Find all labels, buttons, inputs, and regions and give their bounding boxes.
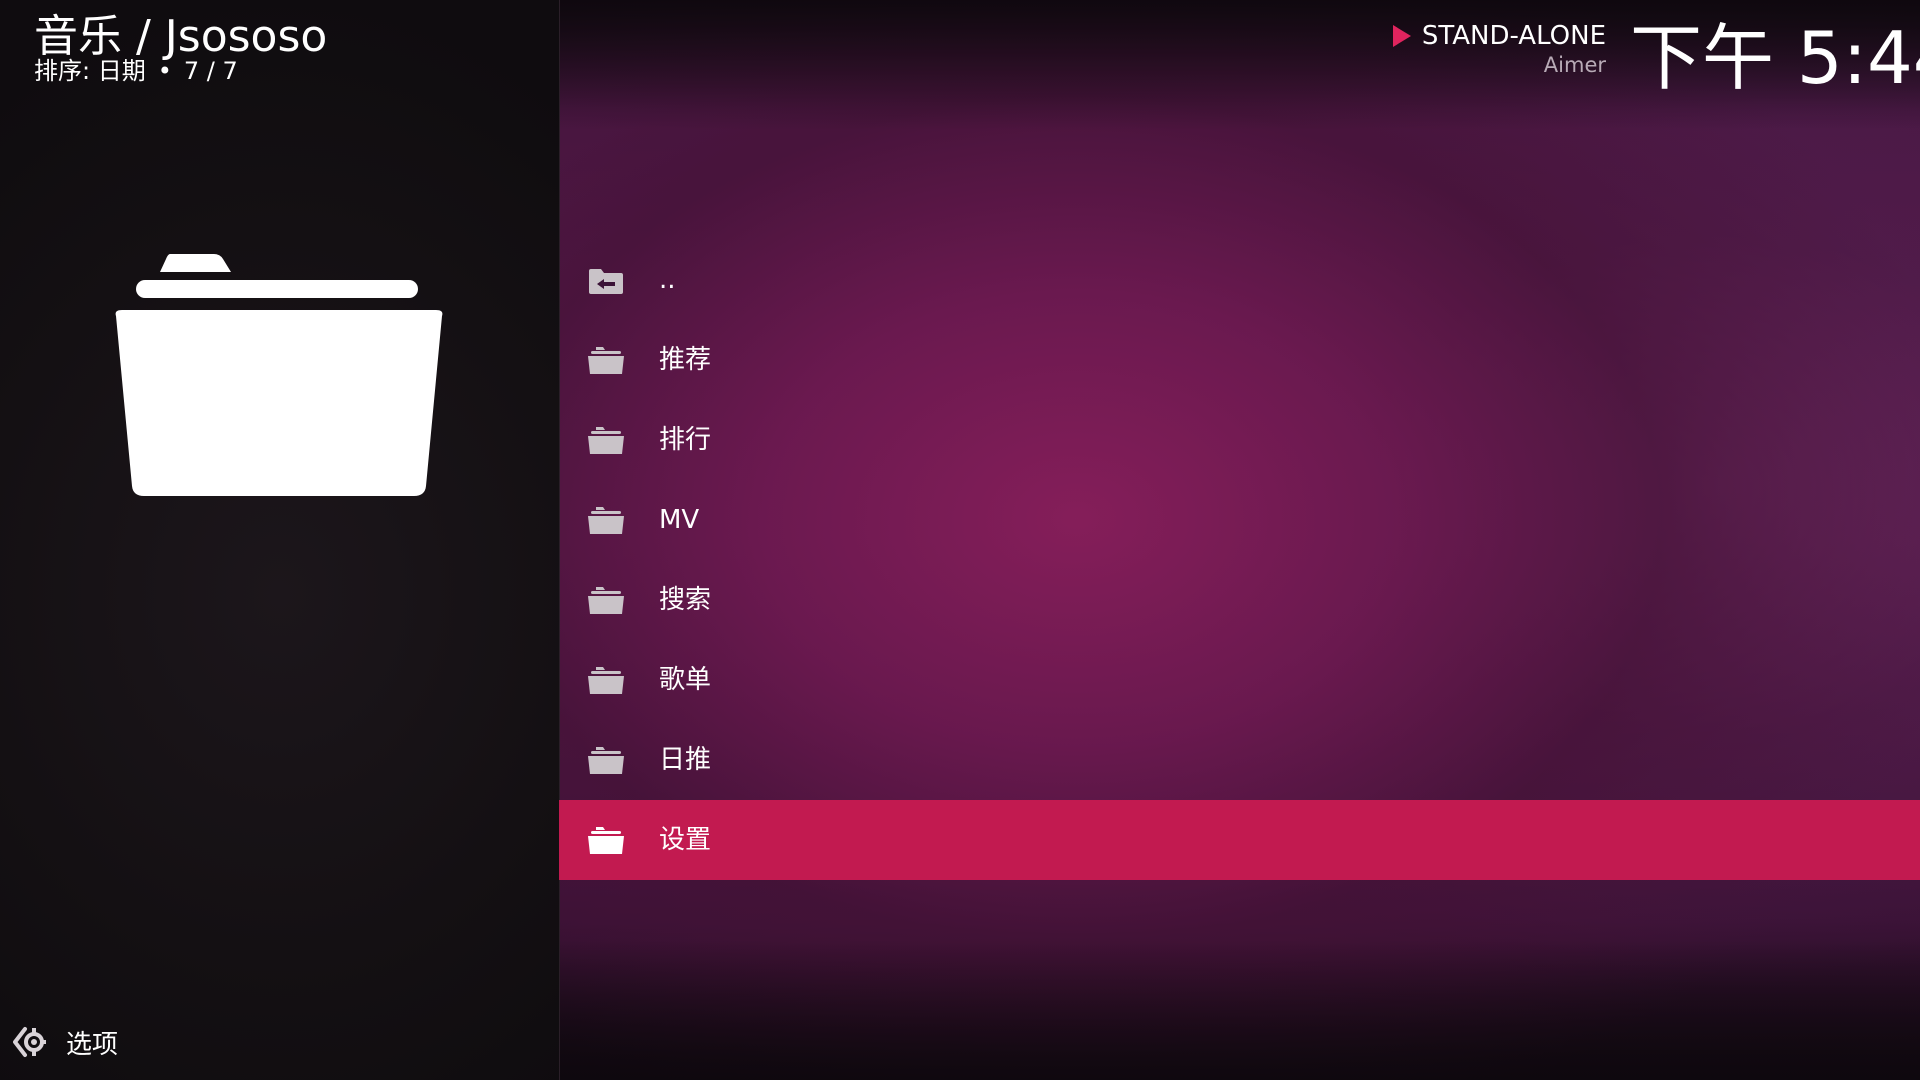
folder-icon [588, 587, 624, 614]
now-playing-title-row: STAND-ALONE [1392, 20, 1606, 52]
sort-info: 排序: 日期 • 7 / 7 [34, 56, 238, 86]
list-item-search[interactable]: 搜索 [559, 560, 1920, 640]
separator-dot: • [157, 57, 172, 85]
list-item-label: 日推 [659, 745, 712, 775]
folder-icon [588, 827, 624, 854]
file-list: .. 推荐 排行 MV 搜索 歌单 日推 设置 [559, 240, 1920, 880]
folder-thumbnail-icon [115, 254, 443, 496]
list-item-mv[interactable]: MV [559, 480, 1920, 560]
sort-label: 排序: 日期 [34, 57, 146, 85]
list-item-label: MV [659, 505, 700, 535]
options-label: 选项 [66, 1029, 119, 1060]
now-playing-title: STAND-ALONE [1421, 21, 1606, 51]
list-item-label: 歌单 [659, 665, 712, 695]
list-item-ranking[interactable]: 排行 [559, 400, 1920, 480]
list-item-daily[interactable]: 日推 [559, 720, 1920, 800]
item-count: 7 / 7 [183, 57, 238, 85]
info-panel: 音乐 / Jsososo 排序: 日期 • 7 / 7 选项 [0, 0, 560, 1080]
folder-icon [588, 747, 624, 774]
options-button[interactable]: 选项 [12, 1024, 118, 1060]
list-item-label: 推荐 [659, 345, 712, 375]
list-item-label: 排行 [659, 425, 712, 455]
folder-back-icon [589, 269, 623, 294]
folder-icon [588, 427, 624, 454]
folder-icon [588, 507, 624, 534]
list-item-parent[interactable]: .. [559, 240, 1920, 320]
list-item-playlist[interactable]: 歌单 [559, 640, 1920, 720]
options-gear-icon [13, 1027, 46, 1057]
list-item-label: 搜索 [659, 585, 712, 615]
list-item-settings[interactable]: 设置 [559, 800, 1920, 880]
folder-icon [588, 667, 624, 694]
background-bottom-shade [559, 940, 1920, 1080]
media-browser-screen: 音乐 / Jsososo 排序: 日期 • 7 / 7 选项 STAND-ALO… [0, 0, 1920, 1080]
list-item-label: .. [659, 265, 676, 295]
now-playing-info[interactable]: STAND-ALONE Aimer [1392, 20, 1606, 78]
play-icon [1392, 25, 1411, 47]
list-item-recommend[interactable]: 推荐 [559, 320, 1920, 400]
clock: 下午 5:44 [1630, 16, 1920, 100]
now-playing-artist: Aimer [1543, 53, 1606, 77]
list-item-label: 设置 [659, 825, 712, 855]
folder-icon [588, 347, 624, 374]
